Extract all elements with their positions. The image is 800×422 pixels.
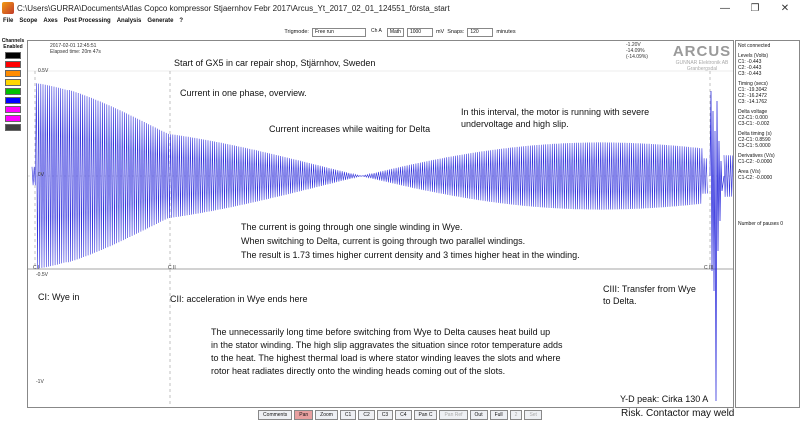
annotation-winding-1: The current is going through one single …: [241, 222, 463, 232]
annotation-start: Start of GX5 in car repair shop, Stjärnh…: [174, 58, 376, 68]
btn-c1[interactable]: C1: [339, 410, 357, 420]
cursor-2-label[interactable]: C II: [168, 265, 176, 271]
level-c3: C3: -0.443: [738, 71, 762, 77]
minimize-button[interactable]: —: [710, 3, 740, 14]
menu-bar: File Scope Axes Post Processing Analysis…: [0, 16, 800, 26]
channel-8-toggle[interactable]: [5, 115, 21, 122]
menu-file[interactable]: File: [3, 16, 13, 26]
measurement-panel: Not connected Levels (Volts) C1: -0.443 …: [735, 40, 800, 408]
maximize-button[interactable]: ❐: [740, 3, 770, 14]
area-1: C1-C2: -0.0000: [738, 175, 773, 181]
snaps-unit: minutes: [496, 29, 516, 35]
annotation-ci: CI: Wye in: [38, 292, 80, 302]
menu-help[interactable]: ?: [179, 16, 183, 26]
snaps-input[interactable]: 120: [467, 27, 494, 37]
channel-2-toggle[interactable]: [5, 61, 21, 68]
delta-timing-2: C3-C1: 5.0000: [738, 143, 771, 149]
channel-5-toggle[interactable]: [5, 88, 21, 95]
delta-waveform: [723, 155, 733, 197]
menu-axes[interactable]: Axes: [43, 16, 57, 26]
scale-mid-label: -1V: [36, 379, 44, 385]
annotation-heat-3: to the heat. The highest thermal load is…: [211, 353, 561, 363]
channel-select[interactable]: Ch A: [368, 27, 384, 37]
channel-3-toggle[interactable]: [5, 70, 21, 77]
pauses-count: Number of pauses 0: [738, 221, 784, 227]
app-icon: [2, 2, 14, 14]
btn-c2[interactable]: C2: [358, 410, 375, 420]
timing-c3: C3: -14.1762: [738, 99, 767, 105]
transfer-transient: [709, 90, 725, 402]
scale-zero-label: 0V: [38, 172, 45, 178]
annotation-winding-3: The result is 1.73 times higher current …: [241, 250, 580, 260]
title-bar: C:\Users\GURRA\Documents\Atlas Copco kom…: [0, 0, 800, 16]
cursor-3-label[interactable]: C III: [704, 265, 713, 271]
btn-comments[interactable]: Comments: [258, 410, 293, 420]
annotation-ciii-2: to Delta.: [603, 296, 637, 306]
btn-full[interactable]: Full: [489, 410, 508, 420]
btn-out[interactable]: Out: [469, 410, 488, 420]
math-select[interactable]: Math: [386, 27, 404, 37]
annotation-overview: Current in one phase, overview.: [180, 88, 307, 98]
annotation-heat-2: in the stator winding. The high slip agg…: [211, 340, 563, 350]
connection-status: Not connected: [738, 43, 771, 49]
btn-set[interactable]: Set: [524, 410, 542, 420]
annotation-interval-1: In this interval, the motor is running w…: [461, 107, 650, 117]
btn-2[interactable]: 2: [509, 410, 523, 420]
readout-3: (-14.09%): [626, 54, 648, 60]
btn-pan-c[interactable]: Pan C: [413, 410, 438, 420]
annotation-heat-1: The unnecessarily long time before switc…: [211, 327, 551, 337]
snaps-label: Snaps:: [447, 29, 465, 35]
menu-generate[interactable]: Generate: [147, 16, 173, 26]
annotation-cii: CII: acceleration in Wye ends here: [170, 294, 308, 304]
derivative-1: C1-C2: -0.0000: [738, 159, 773, 165]
level-input[interactable]: 1000: [406, 27, 433, 37]
scale-bottom-label: -0.5V: [36, 272, 48, 278]
annotation-risk: Risk. Contactor may weld: [621, 408, 735, 419]
enabled-header: Enabled: [3, 44, 23, 50]
annotation-yd-peak: Y-D peak: Cirka 130 A: [620, 394, 709, 404]
menu-scope[interactable]: Scope: [19, 16, 37, 26]
scale-top-label: 0.5V: [38, 68, 49, 74]
arcus-logo: ARCUS GUNNAR Elektronik AB Granbergsdal: [672, 43, 732, 72]
annotation-ciii-1: CIII: Transfer from Wye: [603, 284, 696, 294]
annotation-interval-2: undervoltage and high slip.: [461, 119, 569, 129]
channel-4-toggle[interactable]: [5, 79, 21, 86]
trigger-toolbar: Trigmode: Free run Ch A Math 1000 mV Sna…: [0, 26, 800, 38]
channel-1-toggle[interactable]: [5, 52, 21, 59]
channel-6-toggle[interactable]: [5, 97, 21, 104]
channel-7-toggle[interactable]: [5, 106, 21, 113]
annotation-winding-2: When switching to Delta, current is goin…: [241, 236, 526, 246]
btn-c3[interactable]: C3: [376, 410, 394, 420]
btn-zoom[interactable]: Zoom: [315, 410, 338, 420]
btn-pan[interactable]: Pan: [294, 410, 314, 420]
btn-c4[interactable]: C4: [395, 410, 412, 420]
elapsed-time: Elapsed time: 20m 47s: [50, 49, 101, 55]
menu-post-processing[interactable]: Post Processing: [64, 16, 111, 26]
level-unit: mV: [435, 29, 445, 35]
menu-analysis[interactable]: Analysis: [117, 16, 142, 26]
annotation-current-increase: Current increases while waiting for Delt…: [269, 124, 431, 134]
close-button[interactable]: ✕: [770, 3, 800, 14]
delta-voltage-2: C3-C1: -0.002: [738, 121, 770, 127]
trigmode-select[interactable]: Free run: [311, 27, 366, 37]
oscilloscope-plot[interactable]: 2017-02-01 12:45:51 Elapsed time: 20m 47…: [27, 40, 734, 408]
trigmode-label: Trigmode:: [284, 29, 309, 35]
annotation-heat-4: rotor heat radiates directly onto the wi…: [211, 366, 506, 376]
btn-pan-ref[interactable]: Pan Ref: [439, 410, 468, 420]
channel-9-toggle[interactable]: [5, 124, 21, 131]
channels-panel: Channels Enabled: [0, 38, 26, 200]
cursor-1-label[interactable]: C I: [33, 265, 39, 271]
window-title: C:\Users\GURRA\Documents\Atlas Copco kom…: [17, 3, 450, 13]
